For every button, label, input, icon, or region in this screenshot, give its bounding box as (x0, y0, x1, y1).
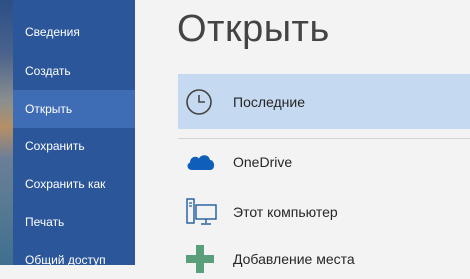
location-recent[interactable]: Последние (178, 74, 470, 129)
sidebar-item-share[interactable]: Общий доступ (13, 241, 135, 279)
background-edge (0, 0, 13, 265)
sidebar-item-label: Создать (25, 64, 71, 78)
sidebar-item-save-as[interactable]: Сохранить как (13, 165, 135, 203)
location-onedrive[interactable]: OneDrive (178, 145, 470, 179)
sidebar-item-save[interactable]: Сохранить (13, 127, 135, 165)
sidebar-item-info[interactable]: Сведения (13, 13, 135, 51)
sidebar-item-label: Сведения (25, 25, 80, 39)
location-this-pc[interactable]: Этот компьютер (178, 195, 470, 229)
location-add-place[interactable]: Добавление места (178, 242, 470, 276)
computer-icon (184, 197, 218, 227)
divider (178, 138, 470, 139)
page-title: Открыть (177, 8, 330, 50)
sidebar-item-label: Сохранить как (25, 177, 106, 191)
sidebar-item-open[interactable]: Открыть (13, 90, 135, 128)
location-label: Этот компьютер (233, 204, 338, 220)
sidebar-item-new[interactable]: Создать (13, 52, 135, 90)
sidebar-item-label: Печать (25, 215, 65, 229)
plus-icon (184, 244, 218, 274)
sidebar-item-print[interactable]: Печать (13, 203, 135, 241)
clock-icon (184, 87, 214, 117)
cloud-icon (184, 150, 218, 174)
sidebar-item-label: Сохранить (25, 139, 85, 153)
location-label: Последние (233, 93, 306, 110)
location-label: OneDrive (233, 154, 293, 170)
sidebar-item-label: Открыть (25, 102, 73, 116)
open-pane: Открыть Последние OneDrive Этот компьюте… (135, 0, 470, 273)
backstage-sidebar: Сведения Создать Открыть Сохранить Сохра… (13, 0, 135, 267)
